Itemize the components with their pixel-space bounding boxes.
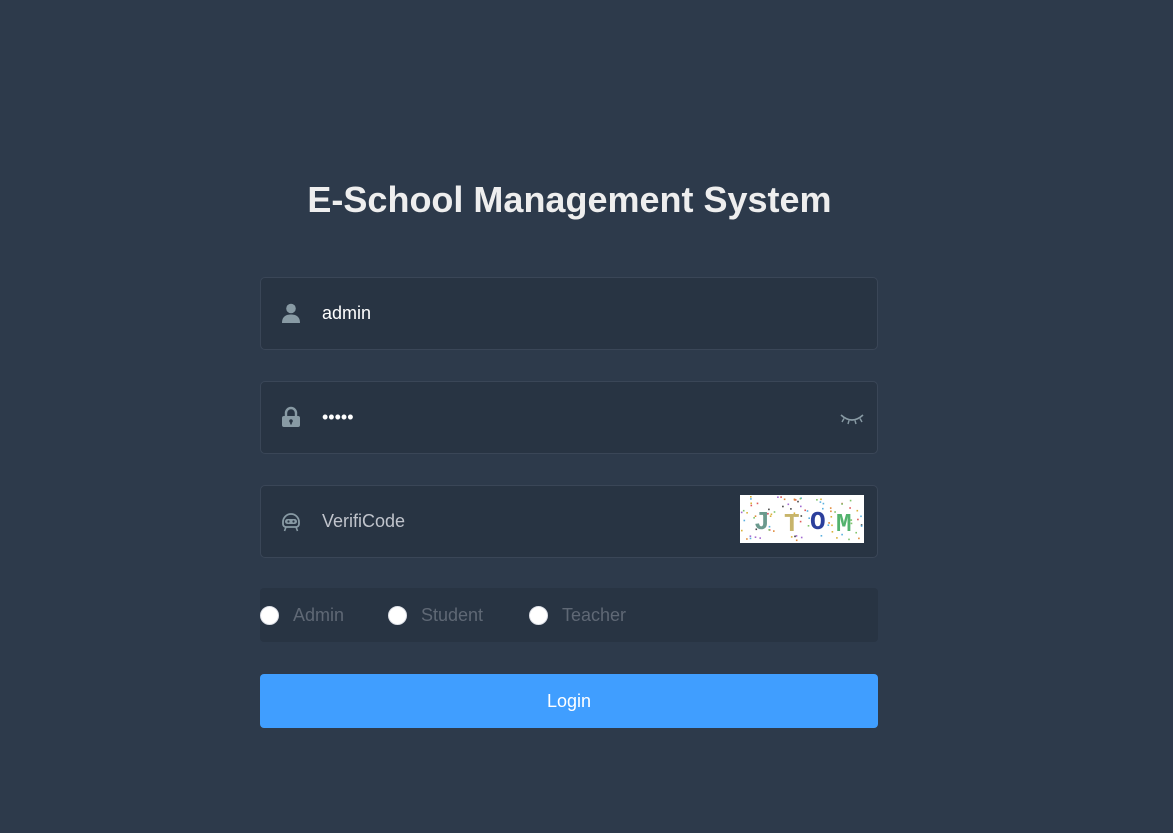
captcha-noise-dot	[827, 524, 830, 526]
username-field[interactable]: admin	[260, 277, 878, 350]
password-input[interactable]: •••••	[322, 382, 354, 453]
captcha-noise-dot	[831, 524, 833, 527]
role-admin-radio[interactable]: Admin	[260, 588, 344, 642]
captcha-char: M	[836, 509, 852, 539]
user-icon	[282, 303, 300, 323]
captcha-noise-dot	[831, 531, 834, 533]
role-student-radio[interactable]: Student	[388, 588, 483, 642]
password-field[interactable]: •••••	[260, 381, 878, 454]
lock-icon	[282, 406, 300, 427]
captcha-noise-dot	[769, 515, 772, 517]
role-admin-label: Admin	[293, 604, 345, 625]
captcha-noise-dot	[795, 539, 798, 542]
captcha-noise-dot	[773, 511, 776, 513]
captcha-noise-dot	[828, 522, 830, 524]
role-teacher-label: Teacher	[562, 604, 627, 625]
username-input[interactable]: admin	[322, 278, 371, 349]
captcha-noise-dot	[860, 515, 862, 518]
captcha-noise-dot	[797, 500, 799, 503]
verification-code-input[interactable]: VerifiCode	[322, 486, 405, 557]
captcha-noise-dot	[749, 535, 752, 537]
captcha-noise-dot	[741, 529, 743, 532]
radio-circle[interactable]	[529, 605, 548, 625]
captcha-noise-dot	[787, 503, 790, 506]
captcha-noise-dot	[749, 537, 752, 540]
captcha-noise-dot	[746, 512, 748, 514]
captcha-noise-dot	[793, 498, 796, 501]
captcha-char: T	[784, 509, 800, 539]
captcha-noise-dot	[742, 509, 745, 512]
captcha-noise-dot	[819, 501, 822, 503]
captcha-noise-dot	[799, 497, 802, 500]
captcha-noise-dot	[800, 536, 803, 539]
captcha-noise-dot	[780, 496, 782, 498]
captcha-noise-dot	[750, 498, 752, 500]
radio-circle[interactable]	[388, 605, 407, 625]
captcha-noise-dot	[750, 504, 753, 507]
captcha-noise-dot	[841, 503, 843, 505]
captcha-noise-dot	[750, 502, 752, 505]
captcha-noise-dot	[740, 511, 743, 514]
captcha-noise-dot	[773, 530, 775, 532]
captcha-image[interactable]: J T O M	[740, 495, 864, 543]
captcha-noise-dot	[860, 525, 863, 527]
eye-closed-icon[interactable]	[839, 408, 865, 428]
captcha-noise-dot	[820, 498, 822, 501]
captcha-noise-dot	[849, 499, 852, 502]
role-student-label: Student	[421, 604, 484, 625]
login-button[interactable]: Login	[260, 674, 878, 728]
captcha-noise-dot	[806, 510, 809, 512]
verification-code-field[interactable]: VerifiCode J T O M	[260, 485, 878, 558]
captcha-noise-dot	[804, 509, 806, 512]
captcha-noise-dot	[783, 498, 786, 501]
captcha-noise-dot	[743, 519, 746, 522]
captcha-noise-dot	[746, 538, 748, 540]
captcha-noise-dot	[816, 499, 818, 501]
captcha-noise-dot	[857, 518, 859, 521]
captcha-noise-dot	[858, 537, 860, 540]
captcha-char: O	[810, 507, 826, 537]
captcha-noise-dot	[770, 513, 773, 516]
captcha-noise-dot	[756, 502, 759, 505]
captcha-noise-dot	[800, 505, 802, 508]
robot-icon	[282, 513, 300, 532]
captcha-char: J	[754, 507, 770, 537]
radio-circle[interactable]	[260, 605, 279, 625]
captcha-noise-dot	[800, 515, 803, 517]
captcha-noise-dot	[830, 516, 833, 518]
captcha-noise-dot	[799, 520, 802, 523]
captcha-noise-dot	[782, 505, 784, 508]
page-title: E-School Management System	[307, 179, 832, 220]
captcha-noise-dot	[855, 531, 857, 534]
role-radio-group: Admin Student Teacher	[260, 588, 878, 642]
role-teacher-radio[interactable]: Teacher	[529, 588, 626, 642]
captcha-noise-dot	[856, 509, 859, 512]
captcha-noise-dot	[759, 537, 761, 539]
captcha-noise-dot	[822, 502, 825, 505]
captcha-noise-dot	[830, 510, 832, 513]
captcha-noise-dot	[829, 507, 832, 509]
captcha-noise-dot	[750, 496, 752, 498]
captcha-noise-dot	[777, 496, 779, 498]
